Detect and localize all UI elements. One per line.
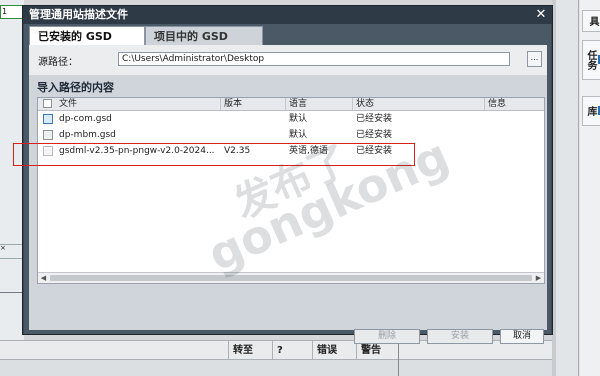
right-edge (578, 0, 579, 376)
tab-libraries-label: 库 (585, 106, 596, 116)
install-button[interactable]: 安装 (427, 329, 493, 344)
tab-libraries[interactable]: 库 (582, 96, 600, 126)
scroll-thumb[interactable] (50, 275, 532, 281)
browse-button[interactable]: ... (527, 51, 542, 67)
section-title: 导入路径的内容 (37, 81, 114, 94)
table-row[interactable]: dp-mbm.gsd 默认 已经安装 (38, 127, 544, 143)
tab-tasks-label: 任务 (585, 50, 596, 70)
gsd-file-icon (43, 130, 53, 140)
row-status: 已经安装 (356, 114, 393, 124)
dialog-titlebar[interactable]: 管理通用站描述文件 ✕ (23, 6, 552, 24)
tab-tools-label: 具 (587, 16, 598, 26)
horizontal-scrollbar[interactable]: ◀ ▶ (38, 272, 544, 283)
row-version (221, 111, 286, 127)
left-marker-box: 1 (0, 5, 24, 19)
goto-button[interactable]: 转至 (228, 341, 272, 360)
left-small-close[interactable]: × (0, 244, 10, 256)
inspector-area (0, 360, 552, 376)
source-path-input[interactable]: C:\Users\Administrator\Desktop (118, 52, 510, 66)
column-file[interactable]: 文件 (56, 98, 221, 111)
select-all-checkbox[interactable] (43, 99, 52, 108)
row-version (221, 127, 286, 143)
row-file: dp-com.gsd (59, 114, 112, 124)
inspector-divider (398, 340, 399, 376)
scroll-right-icon[interactable]: ▶ (533, 273, 544, 283)
tab-project-gsd[interactable]: 项目中的 GSD (145, 26, 263, 45)
dialog-title: 管理通用站描述文件 (29, 8, 128, 21)
table-row[interactable]: dp-com.gsd 默认 已经安装 (38, 111, 544, 127)
column-language[interactable]: 语言 (286, 98, 353, 111)
table-header: 文件 版本 语言 状态 信息 (38, 98, 544, 111)
scroll-left-icon[interactable]: ◀ (38, 273, 49, 283)
left-divider (0, 258, 24, 259)
row-language: 默认 (289, 114, 308, 124)
column-status[interactable]: 状态 (353, 98, 485, 111)
column-info[interactable]: 信息 (485, 98, 546, 111)
left-workspace (0, 0, 24, 340)
source-path-label: 源路径： (38, 57, 78, 68)
close-icon[interactable]: ✕ (534, 8, 548, 22)
left-divider (0, 292, 24, 293)
source-path-row: 源路径： C:\Users\Administrator\Desktop ... (29, 45, 547, 73)
left-marker-label: 1 (2, 7, 8, 16)
delete-button[interactable]: 删除 (354, 329, 420, 344)
tab-installed-gsd[interactable]: 已安装的 GSD (29, 26, 145, 45)
gsd-file-icon (43, 114, 53, 124)
question-column[interactable]: ? (272, 341, 312, 360)
row-file: dp-mbm.gsd (59, 130, 116, 140)
tab-tasks[interactable]: 任务 (582, 40, 600, 80)
cancel-button[interactable]: 取消 (500, 329, 544, 344)
column-version[interactable]: 版本 (221, 98, 286, 111)
tab-tools[interactable]: 具 (582, 10, 600, 32)
error-column[interactable]: 错误 (312, 341, 356, 360)
